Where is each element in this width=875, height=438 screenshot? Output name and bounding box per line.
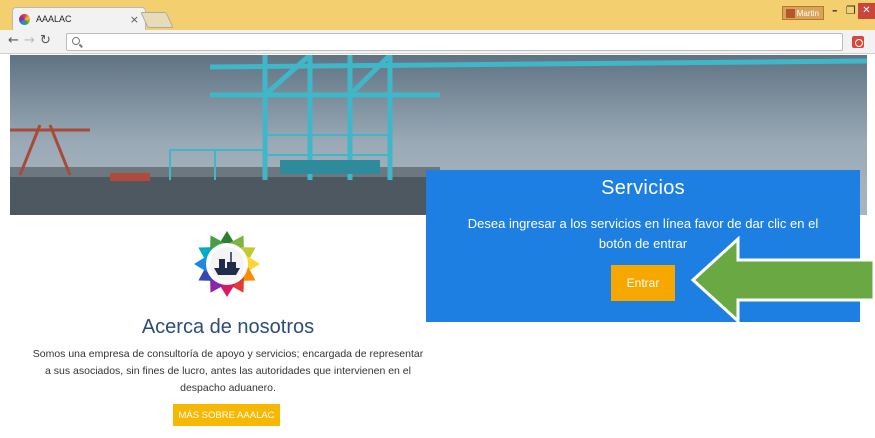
aaalac-logo-icon [194,231,260,297]
about-text: Somos una empresa de consultoría de apoy… [32,348,424,394]
forward-arrow-icon[interactable]: → [24,33,35,48]
aaalac-favicon-icon [19,13,30,25]
profile-button[interactable]: Martin [782,6,824,20]
browser-toolbar: ← → ↻ [0,30,875,54]
reload-icon[interactable]: ↻ [40,33,51,48]
green-arrow-icon [690,236,875,324]
search-icon [72,37,80,45]
minimize-icon[interactable]: – [832,4,838,17]
enter-button[interactable]: Entrar [611,265,675,301]
extension-icon[interactable] [852,36,864,48]
more-about-button[interactable]: MÁS SOBRE AAALAC [173,404,280,426]
about-title: Acerca de nosotros [141,316,315,338]
window-close-icon[interactable]: ✕ [858,3,875,19]
address-bar[interactable] [66,33,843,51]
services-title: Servicios [601,177,685,199]
profile-avatar-icon [786,9,795,18]
tab-title: AAALAC [36,14,72,24]
browser-tab[interactable]: AAALAC × [12,7,146,30]
address-input[interactable] [85,35,825,49]
browser-titlebar: AAALAC × Martin – ❐ ✕ [0,0,875,30]
profile-name: Martin [796,8,819,18]
tab-close-icon[interactable]: × [130,13,139,26]
back-arrow-icon[interactable]: ← [8,33,19,48]
restore-icon[interactable]: ❐ [846,4,856,17]
